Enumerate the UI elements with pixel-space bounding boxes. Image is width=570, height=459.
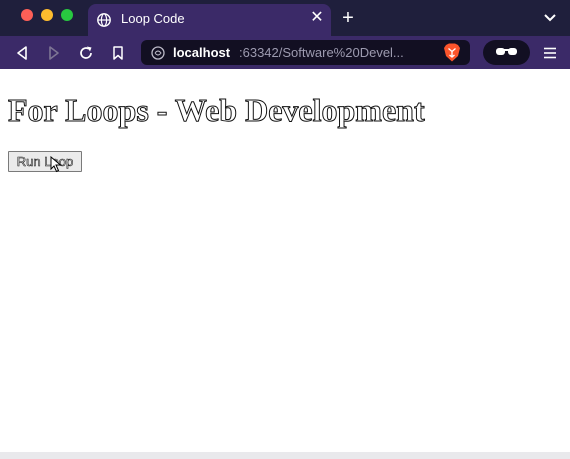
tab-close-icon[interactable]: ✕	[310, 10, 324, 26]
tab-strip: Loop Code ✕ +	[0, 0, 570, 36]
chevron-down-icon[interactable]	[542, 11, 558, 25]
globe-icon	[97, 13, 111, 27]
bookmark-icon[interactable]	[110, 45, 126, 61]
forward-icon[interactable]	[46, 45, 62, 61]
window-shadow	[0, 452, 570, 459]
browser-tab[interactable]: Loop Code ✕	[88, 4, 331, 36]
browser-window: Loop Code ✕ + localhost :63342/Software%…	[0, 0, 570, 452]
back-icon[interactable]	[14, 45, 30, 61]
brave-shields-icon[interactable]	[443, 43, 461, 62]
navigation-toolbar: localhost :63342/Software%20Devel...	[0, 36, 570, 69]
address-bar[interactable]: localhost :63342/Software%20Devel...	[141, 40, 470, 65]
page-content: For Loops - Web Development Run Loop	[0, 69, 570, 452]
sunglasses-icon	[496, 48, 517, 55]
site-info-icon[interactable]	[151, 46, 165, 60]
url-path: :63342/Software%20Devel...	[239, 45, 404, 60]
window-close-button[interactable]	[21, 9, 33, 21]
run-loop-button[interactable]: Run Loop	[8, 151, 82, 172]
vpn-pill[interactable]	[483, 40, 530, 65]
page-heading: For Loops - Web Development	[8, 92, 426, 129]
tab-title: Loop Code	[121, 11, 185, 26]
url-host: localhost	[173, 45, 231, 60]
window-zoom-button[interactable]	[61, 9, 73, 21]
window-minimize-button[interactable]	[41, 9, 53, 21]
mouse-cursor-icon	[50, 156, 62, 173]
new-tab-button[interactable]: +	[340, 8, 356, 28]
reload-icon[interactable]	[78, 45, 94, 61]
hamburger-menu-icon[interactable]	[543, 46, 557, 60]
